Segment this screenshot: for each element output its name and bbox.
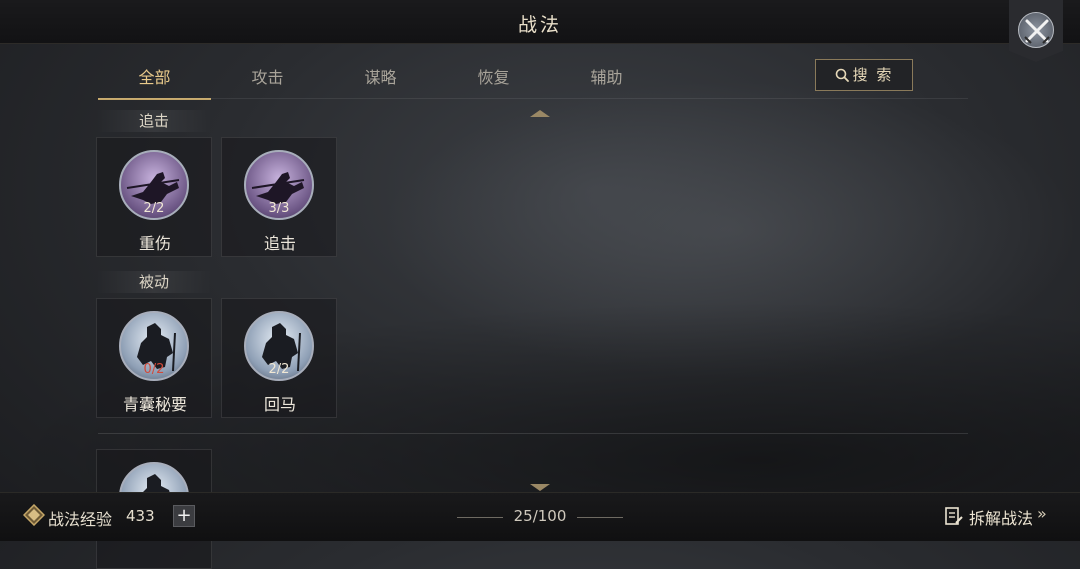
top-bar: 战法: [0, 0, 1080, 44]
skill-name: 重伤: [138, 234, 171, 253]
tab-recover[interactable]: 恢复: [437, 64, 550, 98]
skill-card[interactable]: 3/3 追击: [221, 137, 337, 257]
exp-label: 战法经验: [48, 510, 113, 529]
capacity-line-right: [577, 517, 623, 518]
skill-medal: 2/2: [119, 150, 189, 220]
exp-value: 433: [126, 507, 155, 525]
section-label-passive: 被动: [96, 271, 212, 293]
close-emblem: [1018, 12, 1054, 48]
capacity-line-left: [457, 517, 503, 518]
skill-count: 3/3: [268, 201, 290, 216]
skill-medal: 0/2: [119, 311, 189, 381]
section-divider: [98, 433, 968, 434]
skill-card[interactable]: 2/2 重伤: [96, 137, 212, 257]
skill-name: 追击: [263, 234, 296, 253]
skill-count: 2/2: [268, 362, 290, 377]
skill-count: 0/2: [143, 362, 165, 377]
section-label-pursuit: 追击: [96, 110, 212, 132]
skill-card[interactable]: 2/2 回马: [221, 298, 337, 418]
search-label: 搜 索: [852, 66, 894, 84]
bottom-bar: 战法经验 433 + 25/100 拆解战法 »: [0, 492, 1080, 541]
dismantle-icon: [945, 507, 963, 525]
skill-name: 回马: [263, 395, 296, 414]
tab-all[interactable]: 全部: [98, 64, 211, 100]
scroll-down-arrow-icon[interactable]: [530, 484, 550, 491]
tab-attack[interactable]: 攻击: [211, 64, 324, 98]
skill-medal: 3/3: [244, 150, 314, 220]
skill-name: 青囊秘要: [122, 395, 187, 414]
add-exp-button[interactable]: +: [173, 505, 195, 527]
tab-strategy[interactable]: 谋略: [324, 64, 437, 98]
skill-medal: 2/2: [244, 311, 314, 381]
search-icon: [835, 68, 849, 82]
page-title: 战法: [517, 14, 562, 36]
exp-icon: [23, 504, 45, 526]
chevron-right-icon: »: [1037, 504, 1047, 523]
scroll-up-arrow-icon[interactable]: [530, 110, 550, 117]
capacity-count: 25/100: [513, 507, 567, 525]
dismantle-label: 拆解战法: [969, 509, 1034, 528]
tabs-divider: [98, 98, 968, 99]
close-swords-icon: [1024, 19, 1050, 44]
tab-assist[interactable]: 辅助: [550, 64, 663, 98]
search-button[interactable]: 搜 索: [815, 59, 913, 91]
close-button[interactable]: [1009, 0, 1063, 62]
skill-count: 2/2: [143, 201, 165, 216]
skill-card[interactable]: 0/2 青囊秘要: [96, 298, 212, 418]
